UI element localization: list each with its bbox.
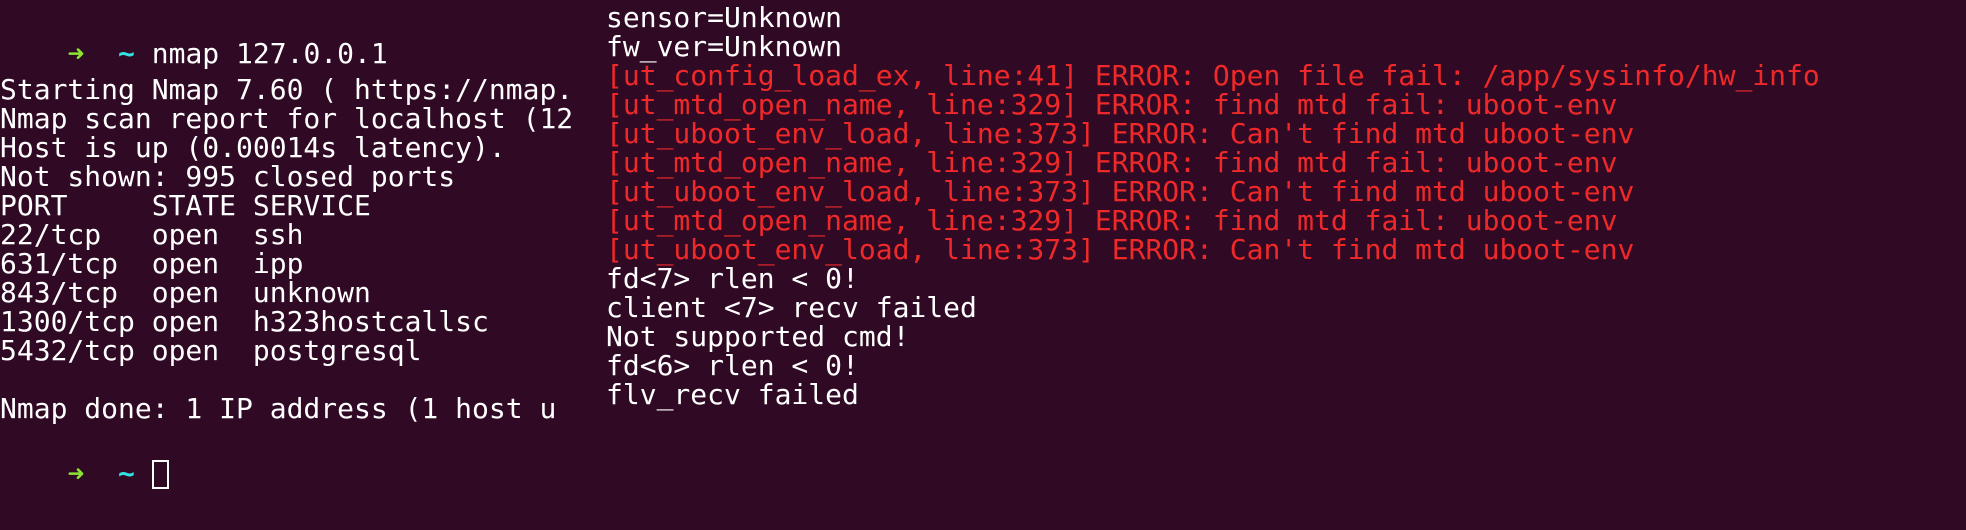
prompt-directory: ~ [118,37,135,70]
command-prompt-line: ➜ ~ nmap 127.0.0.1 [0,0,387,70]
prompt-arrow-icon: ➜ [67,37,85,70]
prompt-directory: ~ [118,457,135,490]
right-terminal-pane[interactable]: sensor=Unknown fw_ver=Unknown [ut_config_l… [604,0,1966,530]
port-table-row: 5432/tcp open postgresql [0,334,422,367]
left-terminal-pane[interactable]: ➜ ~ nmap 127.0.0.1 Starting Nmap 7.60 ( … [0,0,604,530]
prompt-arrow-icon: ➜ [67,457,85,490]
command-text: nmap 127.0.0.1 [151,37,388,70]
log-line: flv_recv failed [606,378,859,411]
terminal-cursor[interactable] [151,460,169,489]
active-prompt-line[interactable]: ➜ ~ [0,420,169,490]
